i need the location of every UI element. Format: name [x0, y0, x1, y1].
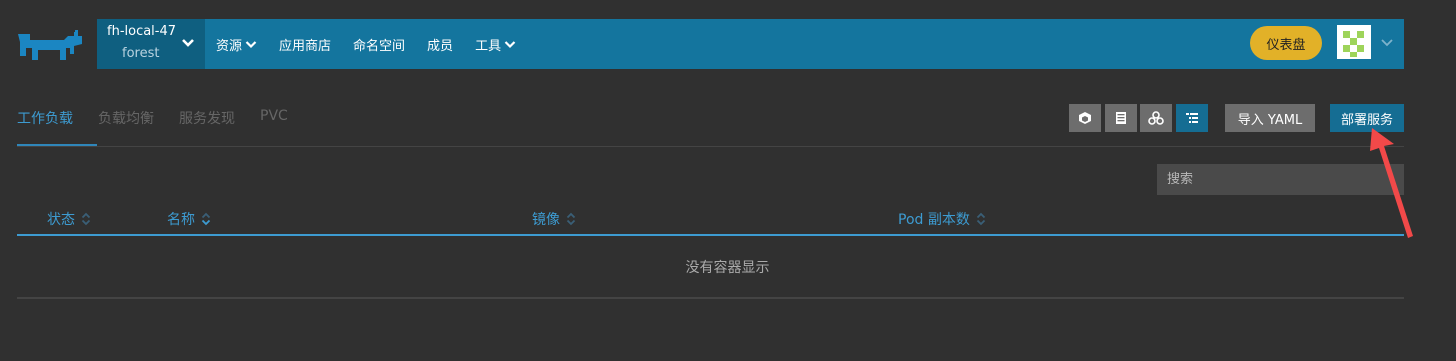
import-yaml-button[interactable]: 导入 YAML [1225, 104, 1315, 132]
tab-workloads[interactable]: 工作负载 [17, 108, 73, 128]
workload-tabs: 工作负载 负载均衡 服务发现 PVC [17, 108, 313, 128]
list-icon [1116, 112, 1126, 124]
tree-list-icon [1186, 113, 1198, 123]
chevron-down-icon [504, 40, 516, 48]
column-header-status[interactable]: 状态 [47, 209, 91, 229]
cube-icon [1079, 112, 1091, 124]
view-cluster-button[interactable] [1140, 104, 1172, 132]
chevron-down-icon [245, 40, 257, 48]
chevron-down-icon [182, 39, 194, 47]
dashboard-button[interactable]: 仪表盘 [1250, 26, 1322, 60]
top-navigation-bar: fh-local-47 forest 资源 应用商店 命名空间 成员 工具 仪表… [97, 19, 1404, 69]
nav-item-app-store[interactable]: 应用商店 [279, 35, 331, 54]
cattle-logo-icon[interactable] [16, 28, 86, 62]
chevron-down-icon[interactable] [1380, 38, 1394, 48]
cluster-project-switcher[interactable]: fh-local-47 forest [97, 19, 205, 69]
nav-item-label: 命名空间 [353, 38, 406, 54]
table-bottom-divider [17, 297, 1404, 299]
nav-item-namespaces[interactable]: 命名空间 [353, 35, 405, 54]
tab-service-discovery[interactable]: 服务发现 [179, 108, 235, 128]
view-tree-list-button[interactable] [1176, 104, 1208, 132]
nav-item-tools[interactable]: 工具 [475, 35, 516, 54]
empty-table-message: 没有容器显示 [685, 260, 770, 276]
tabs-divider [17, 146, 1404, 147]
column-header-pod-replicas[interactable]: Pod 副本数 [898, 209, 986, 229]
column-header-label: 名称 [167, 212, 195, 228]
annotation-arrow-icon [1370, 128, 1413, 238]
column-header-label: 镜像 [532, 212, 560, 228]
sort-icon [566, 212, 576, 226]
column-header-image[interactable]: 镜像 [532, 209, 576, 229]
project-name: forest [122, 46, 160, 61]
tab-load-balancing[interactable]: 负载均衡 [98, 108, 154, 128]
nav-item-label: 工具 [475, 38, 502, 54]
main-nav: 资源 应用商店 命名空间 成员 工具 [205, 19, 516, 69]
nav-item-label: 应用商店 [279, 38, 332, 54]
sort-icon [976, 212, 985, 226]
table-header-divider [17, 234, 1404, 236]
nav-item-label: 成员 [427, 38, 454, 54]
cluster-icon [1148, 111, 1164, 125]
column-header-name[interactable]: 名称 [167, 209, 211, 229]
nav-item-resources[interactable]: 资源 [216, 35, 257, 54]
column-header-label: 状态 [47, 212, 75, 228]
cluster-name: fh-local-47 [107, 24, 177, 39]
view-cube-button[interactable] [1069, 104, 1101, 132]
nav-item-members[interactable]: 成员 [427, 35, 453, 54]
user-avatar[interactable] [1337, 25, 1371, 59]
column-header-label: Pod 副本数 [898, 212, 970, 228]
sort-ascending-icon [201, 212, 211, 226]
view-list-button[interactable] [1105, 104, 1137, 132]
sort-icon [81, 212, 91, 226]
nav-item-label: 资源 [216, 38, 243, 54]
tab-pvc[interactable]: PVC [260, 108, 288, 128]
